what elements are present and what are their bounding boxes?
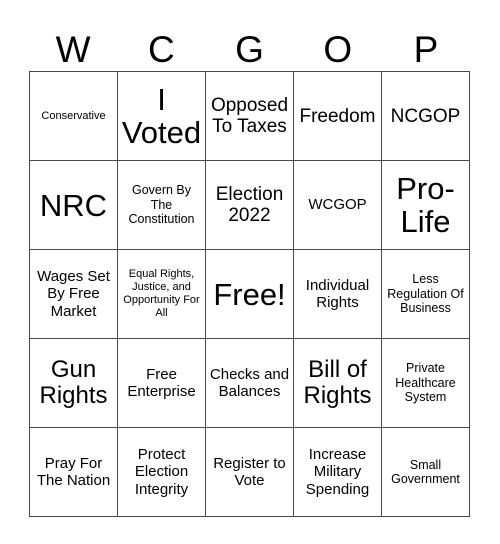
bingo-cell-label: Pray For The Nation bbox=[36, 454, 111, 490]
bingo-cell[interactable]: Conservative bbox=[30, 72, 118, 161]
bingo-cell[interactable]: Small Government bbox=[382, 428, 470, 517]
bingo-cell-label: Election 2022 bbox=[215, 184, 284, 226]
bingo-cell[interactable]: I Voted bbox=[118, 72, 206, 161]
bingo-cell[interactable]: Wages Set By Free Market bbox=[30, 250, 118, 339]
bingo-header-letter-5: P bbox=[413, 29, 439, 70]
bingo-cell-label: Wages Set By Free Market bbox=[37, 267, 110, 320]
bingo-header-letter-1: W bbox=[55, 29, 91, 70]
bingo-cell[interactable]: Less Regulation Of Business bbox=[382, 250, 470, 339]
bingo-cell-label: Small Government bbox=[391, 457, 460, 487]
bingo-cell[interactable]: Checks and Balances bbox=[206, 339, 294, 428]
bingo-cell-label: Protect Election Integrity bbox=[134, 445, 189, 498]
bingo-cell-label: Free Enterprise bbox=[127, 365, 196, 401]
bingo-cell[interactable]: Gun Rights bbox=[30, 339, 118, 428]
bingo-cell[interactable]: Pray For The Nation bbox=[30, 428, 118, 517]
bingo-cell[interactable]: NCGOP bbox=[382, 72, 470, 161]
bingo-cell-label: I Voted bbox=[121, 82, 202, 150]
bingo-cell[interactable]: Election 2022 bbox=[206, 161, 294, 250]
bingo-cell-label: Register to Vote bbox=[213, 454, 286, 490]
bingo-cell-label: Private Healthcare System bbox=[395, 361, 456, 405]
bingo-cell-label: Individual Rights bbox=[305, 276, 370, 312]
bingo-cell-label: Increase Military Spending bbox=[305, 445, 370, 498]
bingo-header-letter-4: O bbox=[323, 29, 353, 70]
bingo-cell-label: NCGOP bbox=[390, 105, 461, 127]
bingo-cell-label: Less Regulation Of Business bbox=[387, 272, 464, 316]
bingo-header-letter-3: G bbox=[235, 29, 264, 70]
bingo-cell-label: Govern By The Constitution bbox=[128, 183, 195, 227]
bingo-cell-label: Freedom bbox=[299, 105, 376, 127]
bingo-cell-label: Pro-Life bbox=[396, 171, 455, 239]
bingo-cell[interactable]: Freedom bbox=[294, 72, 382, 161]
bingo-cell[interactable]: Private Healthcare System bbox=[382, 339, 470, 428]
bingo-cell-label: Opposed To Taxes bbox=[210, 95, 289, 137]
bingo-header-row: W C G O P bbox=[29, 18, 470, 70]
bingo-cell-label: WCGOP bbox=[308, 196, 367, 214]
bingo-cell-label: Free! bbox=[213, 276, 286, 312]
bingo-cell[interactable]: WCGOP bbox=[294, 161, 382, 250]
bingo-cell[interactable]: Register to Vote bbox=[206, 428, 294, 517]
bingo-cell[interactable]: Pro-Life bbox=[382, 161, 470, 250]
bingo-cell[interactable]: NRC bbox=[30, 161, 118, 250]
bingo-cell-label: Checks and Balances bbox=[209, 365, 290, 401]
bingo-cell[interactable]: Individual Rights bbox=[294, 250, 382, 339]
bingo-cell-label: Bill of Rights bbox=[303, 356, 372, 409]
bingo-cell[interactable]: Free Enterprise bbox=[118, 339, 206, 428]
bingo-cell[interactable]: Govern By The Constitution bbox=[118, 161, 206, 250]
bingo-cell-label: Gun Rights bbox=[39, 356, 108, 409]
bingo-cell[interactable]: Bill of Rights bbox=[294, 339, 382, 428]
bingo-cell-label: NRC bbox=[39, 187, 108, 223]
bingo-cell[interactable]: Protect Election Integrity bbox=[118, 428, 206, 517]
bingo-cell-free-space[interactable]: Free! bbox=[206, 250, 294, 339]
bingo-cell-label: Equal Rights, Justice, and Opportunity F… bbox=[123, 268, 200, 319]
bingo-cell-label: Conservative bbox=[41, 109, 106, 122]
bingo-header-letter-2: C bbox=[147, 29, 175, 70]
bingo-cell[interactable]: Opposed To Taxes bbox=[206, 72, 294, 161]
bingo-cell[interactable]: Increase Military Spending bbox=[294, 428, 382, 517]
bingo-grid: Conservative I Voted Opposed To Taxes Fr… bbox=[29, 71, 470, 517]
bingo-card: W C G O P Conservative I Voted Opposed T… bbox=[0, 0, 500, 544]
bingo-cell[interactable]: Equal Rights, Justice, and Opportunity F… bbox=[118, 250, 206, 339]
